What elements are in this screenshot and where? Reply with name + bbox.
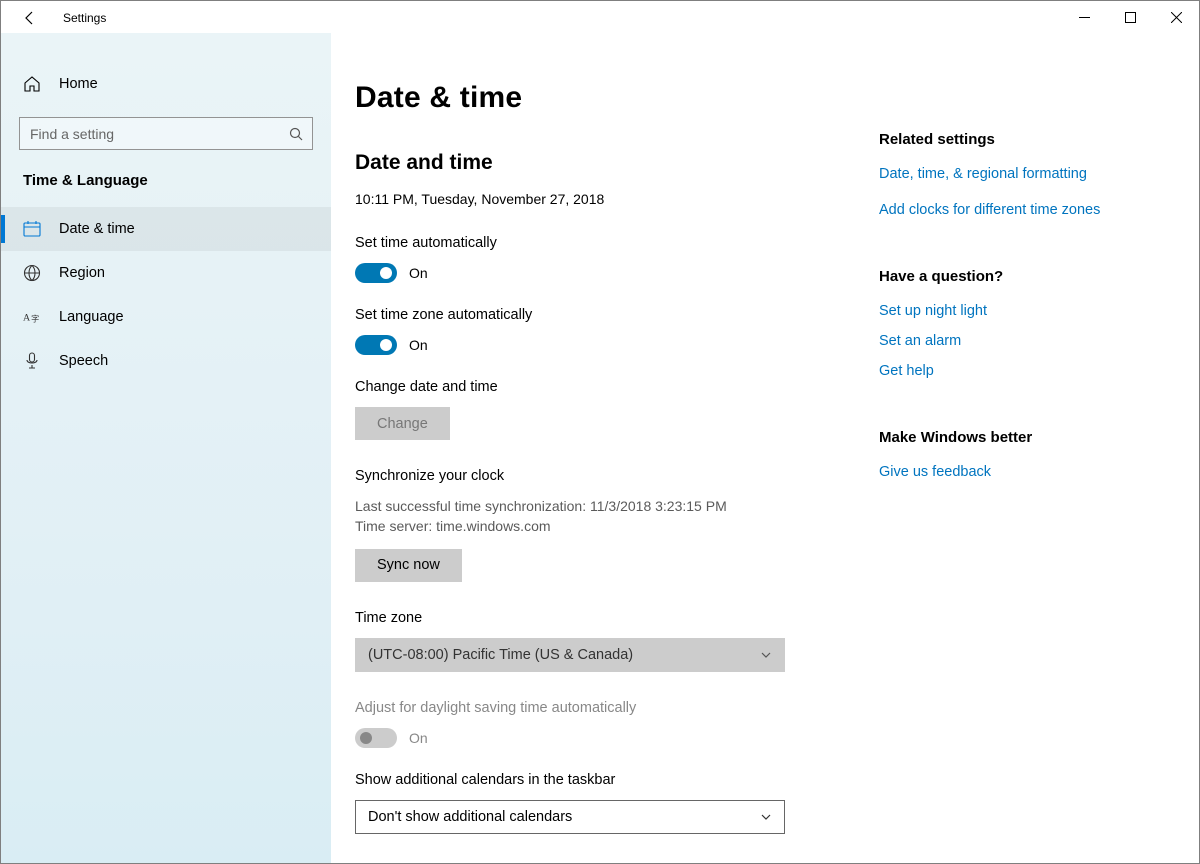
- set-time-auto-label: Set time automatically: [355, 235, 863, 251]
- dst-label: Adjust for daylight saving time automati…: [355, 700, 863, 716]
- category-title: Time & Language: [1, 172, 331, 207]
- svg-text:字: 字: [31, 314, 39, 324]
- sidebar-item-label: Region: [59, 265, 105, 281]
- set-time-auto-value: On: [409, 265, 428, 281]
- timezone-value: (UTC-08:00) Pacific Time (US & Canada): [368, 647, 633, 663]
- sidebar-item-language[interactable]: A字 Language: [1, 295, 331, 339]
- change-button: Change: [355, 407, 450, 440]
- search-container: [19, 117, 313, 150]
- change-dt-label: Change date and time: [355, 379, 863, 395]
- maximize-button[interactable]: [1107, 1, 1153, 33]
- sidebar-item-label: Language: [59, 309, 124, 325]
- feedback-title: Make Windows better: [879, 429, 1159, 446]
- side-column: Related settings Date, time, & regional …: [879, 81, 1159, 823]
- chevron-down-icon: [760, 649, 772, 661]
- sidebar-item-region[interactable]: Region: [1, 251, 331, 295]
- globe-icon: [23, 264, 41, 282]
- home-label: Home: [59, 76, 98, 92]
- link-get-help[interactable]: Get help: [879, 363, 1159, 379]
- dst-row: On: [355, 728, 863, 748]
- toggle-knob: [380, 339, 392, 351]
- sync-last: Last successful time synchronization: 11…: [355, 496, 863, 516]
- set-tz-auto-label: Set time zone automatically: [355, 307, 863, 323]
- sync-title: Synchronize your clock: [355, 468, 863, 484]
- link-add-clocks[interactable]: Add clocks for different time zones: [879, 202, 1159, 218]
- dst-value: On: [409, 730, 428, 746]
- content-area: Home Time & Language Date & time Regi: [1, 33, 1199, 863]
- home-button[interactable]: Home: [1, 65, 331, 103]
- mic-icon: [23, 352, 41, 370]
- minimize-button[interactable]: [1061, 1, 1107, 33]
- set-tz-auto-row: On: [355, 335, 863, 355]
- set-time-auto-row: On: [355, 263, 863, 283]
- dst-toggle: [355, 728, 397, 748]
- current-datetime: 10:11 PM, Tuesday, November 27, 2018: [355, 191, 863, 207]
- toggle-knob: [360, 732, 372, 744]
- minimize-icon: [1079, 12, 1090, 23]
- arrow-left-icon: [22, 10, 38, 26]
- window-title: Settings: [63, 11, 106, 25]
- link-give-feedback[interactable]: Give us feedback: [879, 464, 1159, 480]
- search-input[interactable]: [19, 117, 313, 150]
- related-settings-block: Related settings Date, time, & regional …: [879, 131, 1159, 218]
- sync-server: Time server: time.windows.com: [355, 516, 863, 536]
- sidebar-item-speech[interactable]: Speech: [1, 339, 331, 383]
- titlebar: [1, 1, 1199, 33]
- main-panel: Date & time Date and time 10:11 PM, Tues…: [331, 33, 1199, 863]
- link-date-time-regional[interactable]: Date, time, & regional formatting: [879, 166, 1159, 182]
- search-icon: [289, 127, 303, 141]
- titlebar-left: Settings: [21, 9, 106, 27]
- help-title: Have a question?: [879, 268, 1159, 285]
- sidebar-item-date-time[interactable]: Date & time: [1, 207, 331, 251]
- language-icon: A字: [23, 308, 41, 326]
- addcal-label: Show additional calendars in the taskbar: [355, 772, 863, 788]
- page-title: Date & time: [355, 81, 863, 115]
- back-button[interactable]: [21, 9, 39, 27]
- link-night-light[interactable]: Set up night light: [879, 303, 1159, 319]
- main-column: Date & time Date and time 10:11 PM, Tues…: [355, 81, 863, 823]
- set-tz-auto-toggle[interactable]: [355, 335, 397, 355]
- settings-window: Settings Home: [0, 0, 1200, 864]
- sidebar-item-label: Date & time: [59, 221, 135, 237]
- help-block: Have a question? Set up night light Set …: [879, 268, 1159, 379]
- home-icon: [23, 75, 41, 93]
- additional-calendars-value: Don't show additional calendars: [368, 809, 572, 825]
- feedback-block: Make Windows better Give us feedback: [879, 429, 1159, 480]
- window-controls: [1061, 1, 1199, 33]
- sync-now-button[interactable]: Sync now: [355, 549, 462, 582]
- additional-calendars-dropdown[interactable]: Don't show additional calendars: [355, 800, 785, 834]
- timezone-dropdown: (UTC-08:00) Pacific Time (US & Canada): [355, 638, 785, 672]
- toggle-knob: [380, 267, 392, 279]
- svg-text:A: A: [23, 313, 31, 324]
- tz-label: Time zone: [355, 610, 863, 626]
- set-tz-auto-value: On: [409, 337, 428, 353]
- sidebar-item-label: Speech: [59, 353, 108, 369]
- related-settings-title: Related settings: [879, 131, 1159, 148]
- set-time-auto-toggle[interactable]: [355, 263, 397, 283]
- clock-icon: [23, 220, 41, 238]
- sidebar: Home Time & Language Date & time Regi: [1, 33, 331, 863]
- close-icon: [1171, 12, 1182, 23]
- close-button[interactable]: [1153, 1, 1199, 33]
- section-title: Date and time: [355, 151, 863, 175]
- maximize-icon: [1125, 12, 1136, 23]
- chevron-down-icon: [760, 811, 772, 823]
- link-set-alarm[interactable]: Set an alarm: [879, 333, 1159, 349]
